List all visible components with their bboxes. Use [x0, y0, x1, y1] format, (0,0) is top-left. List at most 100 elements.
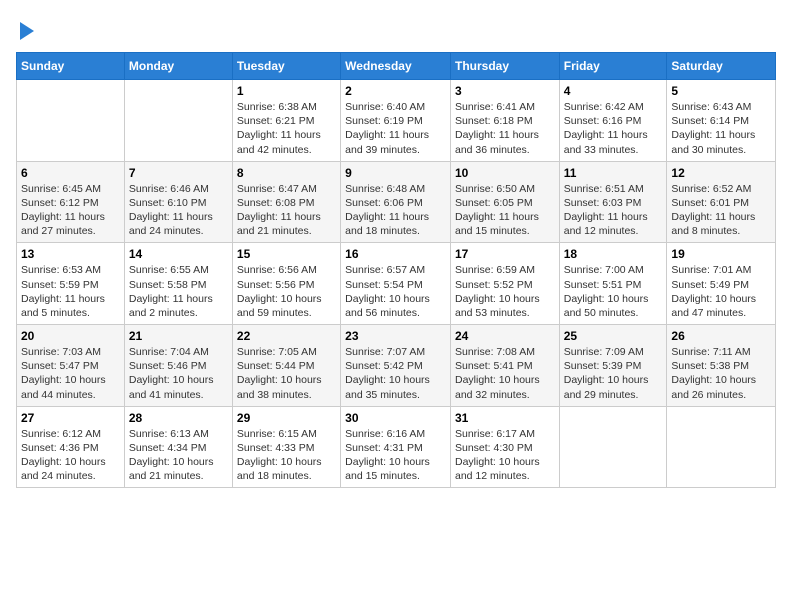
calendar-cell: 31Sunrise: 6:17 AMSunset: 4:30 PMDayligh… — [450, 406, 559, 488]
calendar-header-row: SundayMondayTuesdayWednesdayThursdayFrid… — [17, 53, 776, 80]
calendar-cell: 23 Sunrise: 7:07 AMSunset: 5:42 PMDayligh… — [341, 325, 451, 407]
calendar-cell: 26 Sunrise: 7:11 AMSunset: 5:38 PMDayligh… — [667, 325, 776, 407]
day-number: 23 — [345, 329, 446, 343]
calendar-cell — [559, 406, 667, 488]
day-number: 12 — [671, 166, 771, 180]
calendar-cell: 30 Sunrise: 6:16 AMSunset: 4:31 PMDayligh… — [341, 406, 451, 488]
day-number: 5 — [671, 84, 771, 98]
header-thursday: Thursday — [450, 53, 559, 80]
header-tuesday: Tuesday — [232, 53, 340, 80]
day-info: Sunrise: 6:12 AMSunset: 4:36 PMDaylight:… — [21, 427, 120, 484]
calendar-cell: 3 Sunrise: 6:41 AMSunset: 6:18 PMDaylight… — [450, 80, 559, 162]
day-info: Sunrise: 7:04 AMSunset: 5:46 PMDaylight:… — [129, 345, 228, 402]
header-sunday: Sunday — [17, 53, 125, 80]
logo — [16, 16, 34, 40]
day-info: Sunrise: 6:55 AMSunset: 5:58 PMDaylight:… — [129, 263, 228, 320]
day-info: Sunrise: 6:46 AMSunset: 6:10 PMDaylight:… — [129, 182, 228, 239]
day-info: Sunrise: 7:03 AMSunset: 5:47 PMDaylight:… — [21, 345, 120, 402]
calendar-cell — [17, 80, 125, 162]
calendar-cell: 2 Sunrise: 6:40 AMSunset: 6:19 PMDaylight… — [341, 80, 451, 162]
day-number: 7 — [129, 166, 228, 180]
day-info: Sunrise: 6:41 AMSunset: 6:18 PMDaylight:… — [455, 100, 555, 157]
day-info: Sunrise: 7:05 AMSunset: 5:44 PMDaylight:… — [237, 345, 336, 402]
day-info: Sunrise: 6:51 AMSunset: 6:03 PMDaylight:… — [564, 182, 663, 239]
day-number: 30 — [345, 411, 446, 425]
day-number: 18 — [564, 247, 663, 261]
calendar-cell — [124, 80, 232, 162]
day-number: 26 — [671, 329, 771, 343]
day-info: Sunrise: 7:08 AMSunset: 5:41 PMDaylight:… — [455, 345, 555, 402]
day-number: 8 — [237, 166, 336, 180]
header-friday: Friday — [559, 53, 667, 80]
day-info: Sunrise: 6:45 AMSunset: 6:12 PMDaylight:… — [21, 182, 120, 239]
day-number: 3 — [455, 84, 555, 98]
day-info: Sunrise: 7:09 AMSunset: 5:39 PMDaylight:… — [564, 345, 663, 402]
calendar-cell: 24 Sunrise: 7:08 AMSunset: 5:41 PMDayligh… — [450, 325, 559, 407]
day-number: 21 — [129, 329, 228, 343]
day-info: Sunrise: 6:40 AMSunset: 6:19 PMDaylight:… — [345, 100, 446, 157]
day-number: 6 — [21, 166, 120, 180]
day-info: Sunrise: 6:57 AMSunset: 5:54 PMDaylight:… — [345, 263, 446, 320]
week-row-0: 1 Sunrise: 6:38 AMSunset: 6:21 PMDaylight… — [17, 80, 776, 162]
calendar-cell — [667, 406, 776, 488]
calendar-cell: 13 Sunrise: 6:53 AMSunset: 5:59 PMDayligh… — [17, 243, 125, 325]
calendar-cell: 11 Sunrise: 6:51 AMSunset: 6:03 PMDayligh… — [559, 161, 667, 243]
day-number: 25 — [564, 329, 663, 343]
calendar-cell: 9Sunrise: 6:48 AMSunset: 6:06 PMDaylight… — [341, 161, 451, 243]
day-number: 1 — [237, 84, 336, 98]
week-row-1: 6 Sunrise: 6:45 AMSunset: 6:12 PMDaylight… — [17, 161, 776, 243]
day-info: Sunrise: 7:07 AMSunset: 5:42 PMDaylight:… — [345, 345, 446, 402]
day-number: 11 — [564, 166, 663, 180]
day-info: Sunrise: 7:11 AMSunset: 5:38 PMDaylight:… — [671, 345, 771, 402]
calendar-cell: 16 Sunrise: 6:57 AMSunset: 5:54 PMDayligh… — [341, 243, 451, 325]
calendar-cell: 25 Sunrise: 7:09 AMSunset: 5:39 PMDayligh… — [559, 325, 667, 407]
week-row-4: 27Sunrise: 6:12 AMSunset: 4:36 PMDayligh… — [17, 406, 776, 488]
week-row-3: 20 Sunrise: 7:03 AMSunset: 5:47 PMDayligh… — [17, 325, 776, 407]
calendar-cell: 8 Sunrise: 6:47 AMSunset: 6:08 PMDaylight… — [232, 161, 340, 243]
day-info: Sunrise: 6:13 AMSunset: 4:34 PMDaylight:… — [129, 427, 228, 484]
day-info: Sunrise: 6:42 AMSunset: 6:16 PMDaylight:… — [564, 100, 663, 157]
day-info: Sunrise: 6:59 AMSunset: 5:52 PMDaylight:… — [455, 263, 555, 320]
day-info: Sunrise: 6:16 AMSunset: 4:31 PMDaylight:… — [345, 427, 446, 484]
day-number: 22 — [237, 329, 336, 343]
day-info: Sunrise: 6:53 AMSunset: 5:59 PMDaylight:… — [21, 263, 120, 320]
calendar-cell: 14 Sunrise: 6:55 AMSunset: 5:58 PMDayligh… — [124, 243, 232, 325]
day-info: Sunrise: 6:15 AMSunset: 4:33 PMDaylight:… — [237, 427, 336, 484]
calendar-cell: 19 Sunrise: 7:01 AMSunset: 5:49 PMDayligh… — [667, 243, 776, 325]
calendar-cell: 10Sunrise: 6:50 AMSunset: 6:05 PMDayligh… — [450, 161, 559, 243]
day-number: 14 — [129, 247, 228, 261]
calendar-cell: 1 Sunrise: 6:38 AMSunset: 6:21 PMDaylight… — [232, 80, 340, 162]
week-row-2: 13 Sunrise: 6:53 AMSunset: 5:59 PMDayligh… — [17, 243, 776, 325]
day-info: Sunrise: 7:01 AMSunset: 5:49 PMDaylight:… — [671, 263, 771, 320]
day-info: Sunrise: 6:17 AMSunset: 4:30 PMDaylight:… — [455, 427, 555, 484]
calendar-cell: 15Sunrise: 6:56 AMSunset: 5:56 PMDayligh… — [232, 243, 340, 325]
calendar-table: SundayMondayTuesdayWednesdayThursdayFrid… — [16, 52, 776, 488]
calendar-cell: 29Sunrise: 6:15 AMSunset: 4:33 PMDayligh… — [232, 406, 340, 488]
day-info: Sunrise: 6:56 AMSunset: 5:56 PMDaylight:… — [237, 263, 336, 320]
calendar-cell: 18 Sunrise: 7:00 AMSunset: 5:51 PMDayligh… — [559, 243, 667, 325]
day-number: 20 — [21, 329, 120, 343]
day-number: 28 — [129, 411, 228, 425]
day-number: 24 — [455, 329, 555, 343]
header-wednesday: Wednesday — [341, 53, 451, 80]
day-number: 10 — [455, 166, 555, 180]
day-number: 19 — [671, 247, 771, 261]
calendar-cell: 28 Sunrise: 6:13 AMSunset: 4:34 PMDayligh… — [124, 406, 232, 488]
calendar-cell: 6 Sunrise: 6:45 AMSunset: 6:12 PMDaylight… — [17, 161, 125, 243]
calendar-cell: 21 Sunrise: 7:04 AMSunset: 5:46 PMDayligh… — [124, 325, 232, 407]
calendar-cell: 20 Sunrise: 7:03 AMSunset: 5:47 PMDayligh… — [17, 325, 125, 407]
calendar-cell: 22 Sunrise: 7:05 AMSunset: 5:44 PMDayligh… — [232, 325, 340, 407]
calendar-cell: 5Sunrise: 6:43 AMSunset: 6:14 PMDaylight… — [667, 80, 776, 162]
calendar-cell: 12Sunrise: 6:52 AMSunset: 6:01 PMDayligh… — [667, 161, 776, 243]
logo-arrow-icon — [20, 22, 34, 40]
day-info: Sunrise: 7:00 AMSunset: 5:51 PMDaylight:… — [564, 263, 663, 320]
day-number: 2 — [345, 84, 446, 98]
day-info: Sunrise: 6:38 AMSunset: 6:21 PMDaylight:… — [237, 100, 336, 157]
day-number: 16 — [345, 247, 446, 261]
day-info: Sunrise: 6:47 AMSunset: 6:08 PMDaylight:… — [237, 182, 336, 239]
day-number: 17 — [455, 247, 555, 261]
header-monday: Monday — [124, 53, 232, 80]
calendar-cell: 17 Sunrise: 6:59 AMSunset: 5:52 PMDayligh… — [450, 243, 559, 325]
day-number: 13 — [21, 247, 120, 261]
day-number: 9 — [345, 166, 446, 180]
